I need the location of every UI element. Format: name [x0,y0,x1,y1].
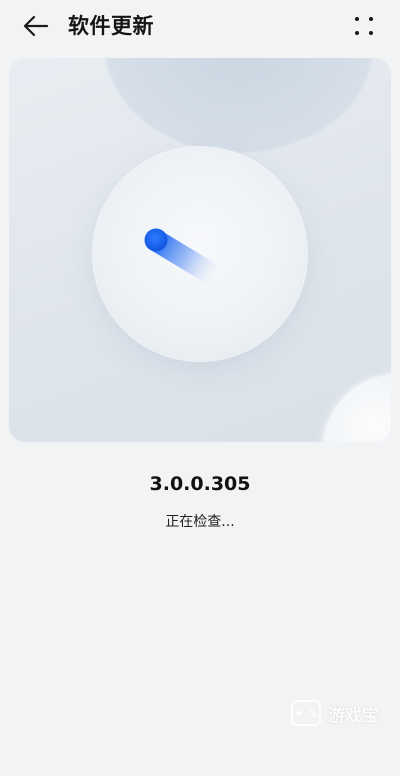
update-status-text: 正在检查... [165,514,235,530]
version-number: 3.0.0.305 [149,473,251,495]
watermark: 游戏宝 [290,696,394,730]
scanning-comet-icon [144,228,226,287]
watermark-text: 游戏宝 [328,705,379,726]
four-dots-icon [355,17,373,35]
arrow-left-icon [23,15,49,37]
update-hero-card [9,58,391,442]
top-app-bar: 软件更新 [0,0,400,52]
page-title: 软件更新 [68,14,154,38]
gamepad-icon [291,700,321,726]
software-update-screen: 软件更新 3.0.0.305 正在检查... 游戏宝 [0,0,400,776]
back-button[interactable] [20,12,52,40]
more-options-button[interactable] [348,12,380,40]
